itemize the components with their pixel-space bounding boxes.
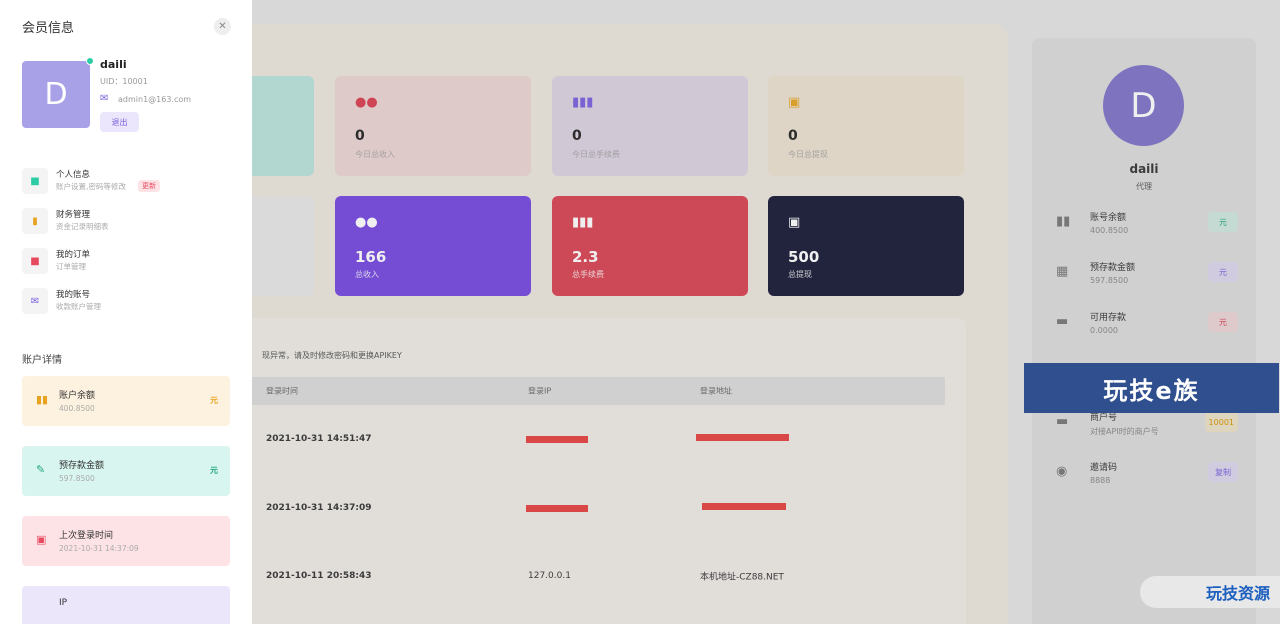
order-icon: ■ bbox=[22, 248, 48, 274]
member-info-drawer: 会员信息 ✕ D daili UID：10001 ✉ admin1@163.co… bbox=[0, 0, 252, 624]
card-label: 上次登录时间 bbox=[59, 531, 114, 541]
menu-label: 个人信息 bbox=[56, 170, 91, 180]
card-value: 2021-10-31 14:37:09 bbox=[59, 544, 139, 553]
online-status-dot bbox=[86, 57, 94, 65]
card-label: 账户余额 bbox=[59, 391, 96, 401]
account-icon: ✉ bbox=[22, 288, 48, 314]
account-card-deposit: ✎ 预存款金额 597.8500 元 bbox=[22, 446, 230, 496]
menu-item-finance[interactable]: ▮ 财务管理 资金记录明细表 bbox=[22, 206, 222, 240]
logout-button[interactable]: 退出 bbox=[100, 112, 139, 132]
menu-sub: 收款账户管理 bbox=[56, 302, 101, 311]
account-card-balance: ▮▮ 账户余额 400.8500 元 bbox=[22, 376, 230, 426]
update-badge: 更新 bbox=[138, 180, 160, 192]
menu-item-profile[interactable]: ■ 个人信息 账户设置,密码等修改 更新 bbox=[22, 166, 222, 200]
card-label: IP bbox=[59, 598, 68, 608]
drawer-title: 会员信息 bbox=[22, 21, 75, 36]
mail-icon: ✉ bbox=[100, 93, 109, 104]
file-icon: ■ bbox=[22, 168, 48, 194]
menu-sub: 资金记录明细表 bbox=[56, 222, 109, 231]
menu-label: 我的订单 bbox=[56, 250, 91, 260]
user-email: admin1@163.com bbox=[118, 95, 192, 104]
menu-item-account[interactable]: ✉ 我的账号 收款账户管理 bbox=[22, 286, 222, 320]
edit-icon: ✎ bbox=[36, 463, 46, 476]
menu-sub: 订单管理 bbox=[56, 262, 86, 271]
card-label: 预存款金额 bbox=[59, 461, 105, 471]
books-icon: ▮▮ bbox=[36, 393, 49, 406]
menu-sub: 账户设置,密码等修改 bbox=[56, 182, 126, 191]
avatar: D bbox=[22, 61, 90, 128]
menu-item-orders[interactable]: ■ 我的订单 订单管理 bbox=[22, 246, 222, 280]
card-value: 597.8500 bbox=[59, 474, 95, 483]
chart-icon: ▮ bbox=[22, 208, 48, 234]
account-card-ip: IP bbox=[22, 586, 230, 624]
section-title: 账户详情 bbox=[22, 355, 62, 366]
menu-label: 我的账号 bbox=[56, 290, 91, 300]
card-unit: 元 bbox=[210, 466, 218, 475]
user-uid: UID：10001 bbox=[100, 77, 148, 86]
close-icon[interactable]: ✕ bbox=[214, 18, 231, 35]
card-unit: 元 bbox=[210, 396, 218, 405]
watermark-banner: 玩技e族 bbox=[1024, 363, 1279, 413]
user-name: daili bbox=[100, 58, 127, 71]
menu-label: 财务管理 bbox=[56, 210, 91, 220]
clock-icon: ▣ bbox=[36, 533, 47, 546]
account-card-last-login: ▣ 上次登录时间 2021-10-31 14:37:09 bbox=[22, 516, 230, 566]
card-value: 400.8500 bbox=[59, 404, 95, 413]
watermark-corner: 玩技资源 bbox=[1140, 576, 1280, 608]
